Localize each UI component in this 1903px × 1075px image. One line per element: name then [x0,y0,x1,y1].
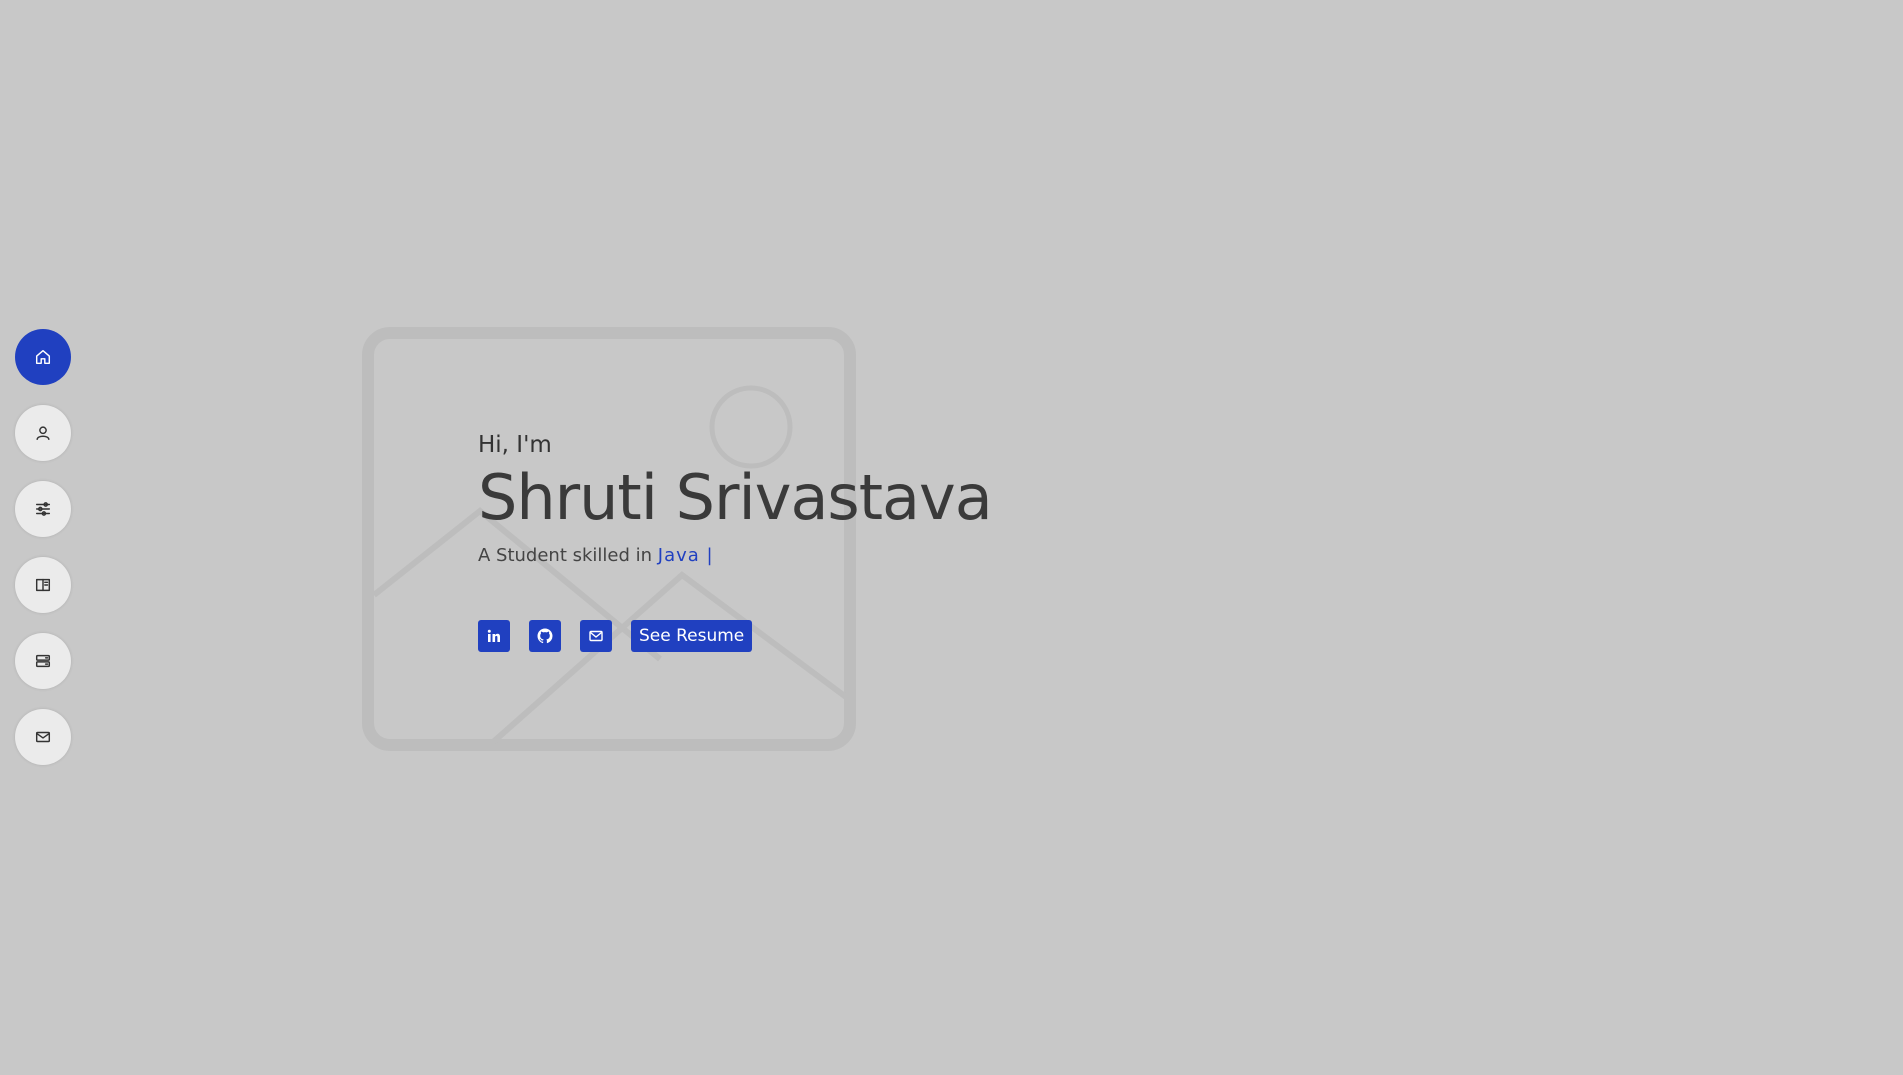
hero-actions: See Resume [478,620,992,652]
tagline-prefix: A Student skilled in [478,545,658,566]
nav-projects-button[interactable] [15,633,71,689]
home-icon [35,349,51,365]
github-icon [537,628,553,644]
linkedin-button[interactable] [478,620,510,652]
nav-resume-button[interactable] [15,557,71,613]
nav-contact-button[interactable] [15,709,71,765]
email-button[interactable] [580,620,612,652]
page: Hi, I'm Shruti Srivastava A Student skil… [0,0,1903,1075]
hero-section: Hi, I'm Shruti Srivastava A Student skil… [478,428,993,652]
envelope-icon [589,630,603,642]
tagline-skill: Java | [657,545,714,566]
github-button[interactable] [529,620,561,652]
envelope-icon [35,731,51,743]
sliders-icon [35,502,51,516]
user-icon [36,426,50,441]
book-icon [35,578,51,592]
server-icon [35,654,51,668]
linkedin-icon [487,629,500,642]
hero-tagline: A Student skilled in Java | [478,542,992,570]
hero-greeting: Hi, I'm [478,432,552,458]
nav-skills-button[interactable] [15,481,71,537]
see-resume-button[interactable]: See Resume [631,620,753,652]
nav-home-button[interactable] [15,329,71,385]
nav-about-button[interactable] [15,405,71,461]
hero-name: Shruti Srivastava [478,461,993,534]
